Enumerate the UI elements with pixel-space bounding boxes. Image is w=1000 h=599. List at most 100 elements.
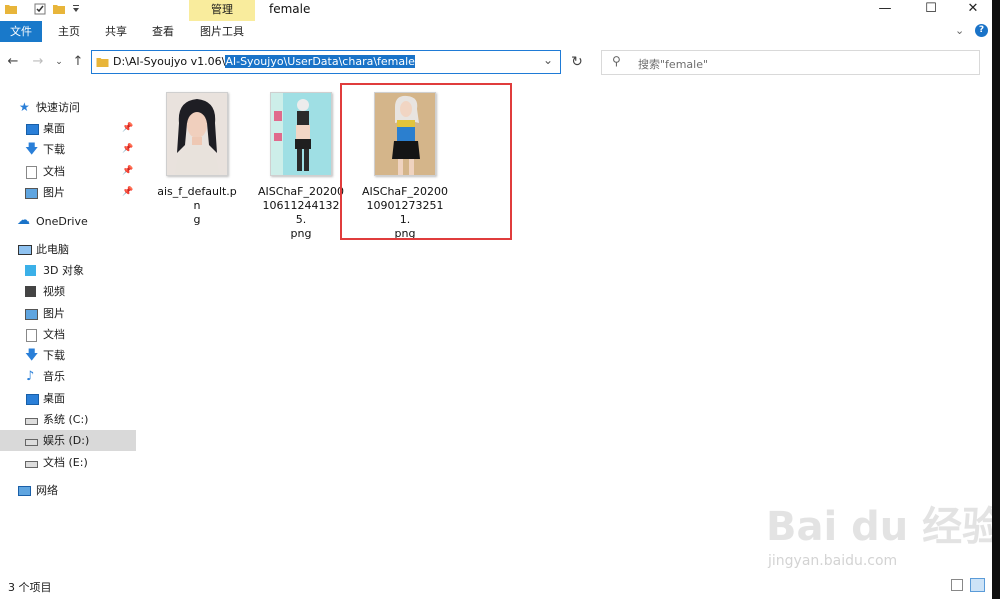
item-count: 3 个项目 (8, 581, 52, 594)
pin-icon[interactable]: 📌 (122, 182, 133, 203)
cube-icon (25, 265, 36, 276)
nav-music[interactable]: ♪ 音乐 (0, 366, 136, 387)
nav-desktop[interactable]: 桌面 (0, 388, 136, 409)
file-name-line: ais_f_default.pn (157, 185, 237, 212)
nav-label: 3D 对象 (43, 264, 84, 277)
tab-manage-context[interactable]: 管理 (189, 0, 255, 21)
file-name: ais_f_default.pn g (154, 185, 240, 227)
back-icon[interactable]: ← (5, 54, 21, 70)
nav-videos[interactable]: 视频 (0, 281, 136, 302)
nav-drive-e[interactable]: 文档 (E:) (0, 452, 136, 473)
nav-label: 系统 (C:) (43, 413, 89, 426)
nav-label: 文档 (43, 328, 65, 341)
nav-quick-downloads[interactable]: 🡇 下载 📌 (0, 139, 136, 160)
folder-icon (96, 58, 109, 67)
navigation-pane: ★ 快速访问 桌面 📌 🡇 下载 📌 文档 📌 图片 📌 ☁ OneDrive … (0, 92, 136, 574)
tab-picture-tools[interactable]: 图片工具 (193, 21, 251, 42)
address-dropdown-icon[interactable]: ⌄ (543, 53, 553, 67)
nav-network[interactable]: 网络 (0, 480, 136, 501)
nav-label: 音乐 (43, 370, 65, 383)
pictures-icon (25, 309, 38, 320)
background-window-edge (992, 0, 1000, 599)
desktop-icon (26, 124, 39, 135)
search-placeholder[interactable]: 搜索"female" (638, 56, 708, 72)
nav-label: 图片 (43, 186, 65, 199)
file-name-line: AISChaF_20200 (258, 185, 344, 198)
music-icon: ♪ (26, 369, 35, 384)
nav-this-pc[interactable]: 此电脑 (0, 239, 136, 260)
details-view-icon[interactable] (951, 579, 963, 591)
window-title: female (269, 2, 311, 16)
image-thumbnail (270, 92, 332, 176)
nav-quick-desktop[interactable]: 桌面 📌 (0, 118, 136, 139)
tab-home[interactable]: 主页 (48, 21, 90, 42)
file-name-line: png (290, 227, 312, 240)
document-icon (26, 329, 37, 342)
nav-3d-objects[interactable]: 3D 对象 (0, 260, 136, 281)
nav-downloads[interactable]: 🡇 下载 (0, 345, 136, 366)
refresh-button[interactable]: ↻ (563, 50, 591, 74)
status-bar: 3 个项目 (0, 574, 992, 599)
nav-pictures[interactable]: 图片 (0, 303, 136, 324)
file-item[interactable]: AISChaF_20200 106112441325. png (258, 92, 344, 241)
file-name-line: 106112441325. (262, 199, 340, 226)
minimize-button[interactable]: — (862, 0, 908, 21)
tab-share[interactable]: 共享 (95, 21, 137, 42)
address-path-selected: AI-Syoujyo\UserData\chara\female (225, 55, 415, 68)
nav-label: 视频 (43, 285, 65, 298)
expand-ribbon-icon[interactable]: ⌄ (955, 24, 964, 37)
pin-icon[interactable]: 📌 (122, 161, 133, 182)
nav-label: 文档 (43, 165, 65, 178)
recent-locations-icon[interactable]: ⌄ (51, 54, 67, 70)
nav-label: 文档 (E:) (43, 456, 88, 469)
nav-quick-documents[interactable]: 文档 📌 (0, 161, 136, 182)
video-icon (25, 286, 36, 297)
search-box[interactable]: ⚲ 搜索"female" (601, 50, 980, 75)
tab-view[interactable]: 查看 (142, 21, 184, 42)
pin-icon[interactable]: 📌 (122, 139, 133, 160)
nav-label: 快速访问 (36, 101, 80, 114)
customize-toolbar-icon[interactable] (70, 3, 82, 15)
address-path: D:\AI-Syoujyo v1.06\AI-Syoujyo\UserData\… (113, 55, 415, 68)
tab-file[interactable]: 文件 (0, 21, 42, 42)
nav-label: 娱乐 (D:) (43, 434, 90, 447)
properties-icon[interactable] (34, 3, 46, 15)
help-icon[interactable]: ? (975, 24, 988, 37)
large-icons-view-icon[interactable] (970, 578, 985, 592)
forward-icon[interactable]: → (30, 54, 46, 70)
close-button[interactable]: ✕ (950, 0, 996, 21)
nav-label: 图片 (43, 307, 65, 320)
maximize-button[interactable]: ☐ (908, 0, 954, 21)
nav-documents[interactable]: 文档 (0, 324, 136, 345)
up-icon[interactable]: ↑ (70, 54, 86, 70)
nav-quick-access[interactable]: ★ 快速访问 (0, 97, 136, 118)
pictures-icon (25, 188, 38, 199)
download-icon: 🡇 (25, 142, 39, 157)
address-bar[interactable]: D:\AI-Syoujyo v1.06\AI-Syoujyo\UserData\… (91, 50, 561, 74)
title-bar: 管理 female — ☐ ✕ (0, 0, 992, 21)
nav-onedrive[interactable]: ☁ OneDrive (0, 211, 136, 232)
network-icon (18, 486, 31, 496)
folder-icon (5, 5, 17, 14)
nav-label: OneDrive (36, 215, 88, 228)
desktop-icon (26, 394, 39, 405)
nav-drive-d[interactable]: 娱乐 (D:) (0, 430, 136, 451)
ribbon-tabs: 文件 主页 共享 查看 图片工具 ⌄ ? (0, 21, 992, 42)
nav-drive-c[interactable]: 系统 (C:) (0, 409, 136, 430)
search-icon: ⚲ (612, 54, 621, 68)
star-icon: ★ (19, 100, 30, 114)
address-path-plain: D:\AI-Syoujyo v1.06\ (113, 55, 226, 68)
drive-icon (25, 439, 38, 446)
file-name: AISChaF_20200 106112441325. png (258, 185, 344, 241)
drive-icon (25, 418, 38, 425)
nav-label: 桌面 (43, 122, 65, 135)
nav-label: 桌面 (43, 392, 65, 405)
pin-icon[interactable]: 📌 (122, 118, 133, 139)
nav-quick-pictures[interactable]: 图片 📌 (0, 182, 136, 203)
new-folder-icon[interactable] (53, 3, 65, 15)
watermark-url: jingyan.baidu.com (768, 553, 898, 569)
highlight-box (340, 83, 512, 240)
file-item[interactable]: ais_f_default.pn g (154, 92, 240, 227)
download-icon: 🡇 (25, 348, 39, 363)
computer-icon (18, 245, 32, 255)
